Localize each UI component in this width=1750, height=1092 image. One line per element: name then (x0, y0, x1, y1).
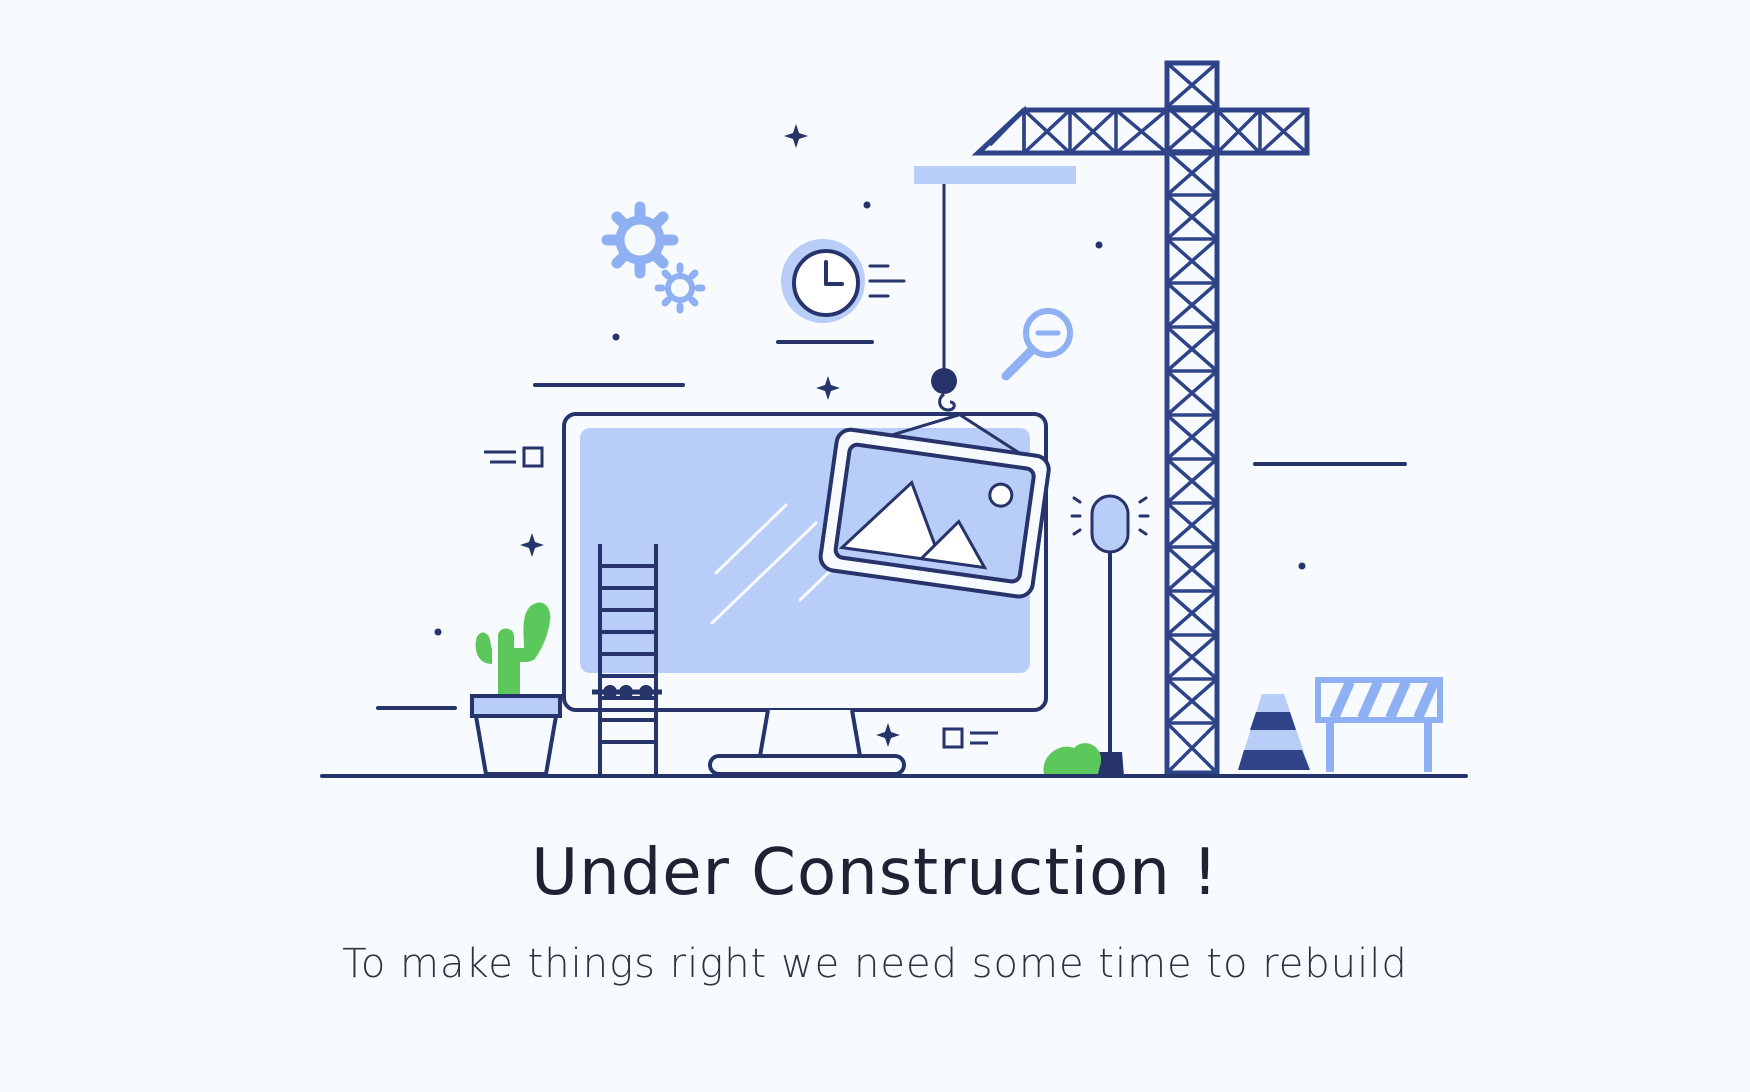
lamp-post-icon (1070, 494, 1150, 776)
traffic-cone-icon (1238, 694, 1310, 770)
crane-trolley (914, 166, 1076, 184)
crane-hook (938, 392, 956, 412)
under-construction-illustration (320, 60, 1468, 778)
gear-icon (601, 201, 706, 314)
under-construction-page: Under Construction ! To make things righ… (0, 0, 1750, 1092)
clock-icon (781, 239, 906, 323)
bush-icon (1043, 743, 1102, 774)
crane-hook-ball (931, 368, 957, 394)
cactus-icon (470, 602, 562, 776)
page-subtitle: To make things right we need some time t… (342, 941, 1408, 987)
page-title: Under Construction ! (531, 836, 1219, 910)
road-barrier-icon (1315, 677, 1443, 772)
magnifier-zoom-out-icon (1001, 308, 1073, 381)
